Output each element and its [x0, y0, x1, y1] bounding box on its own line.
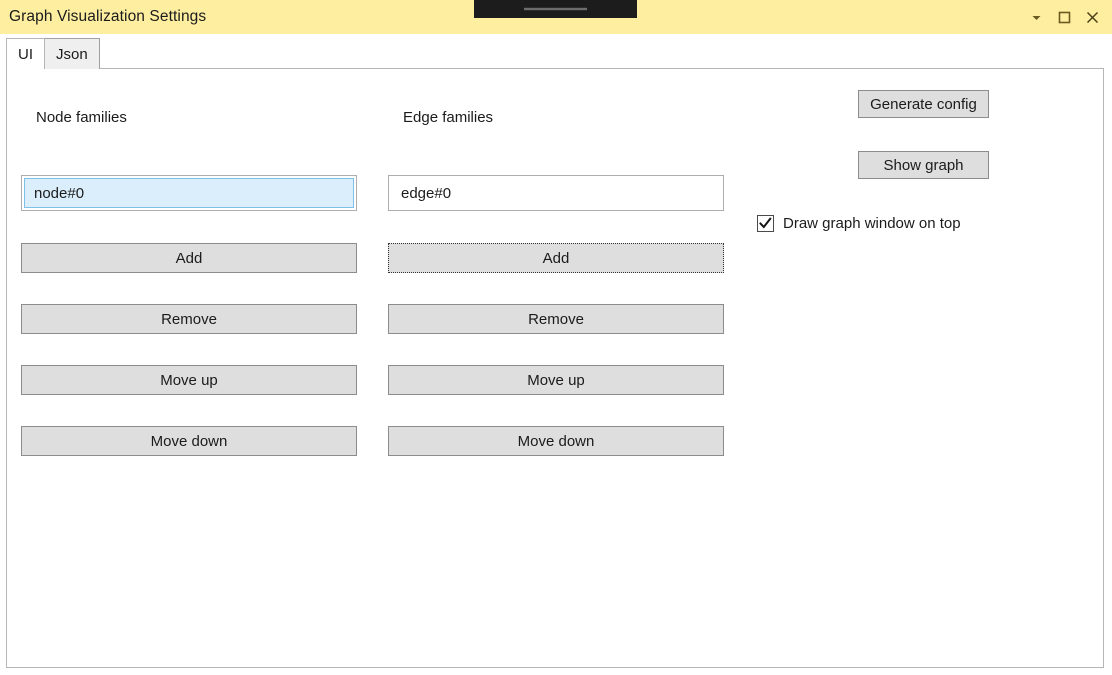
node-families-heading: Node families — [36, 109, 127, 126]
checkmark-icon — [758, 216, 773, 231]
close-x-icon — [1084, 9, 1101, 26]
minimize-button[interactable] — [1022, 2, 1050, 32]
generate-config-button[interactable]: Generate config — [858, 90, 989, 118]
edge-families-listbox[interactable]: edge#0 — [388, 175, 724, 211]
edge-families-heading: Edge families — [403, 109, 494, 126]
list-item[interactable]: edge#0 — [391, 178, 721, 208]
chevron-down-icon — [1030, 11, 1043, 24]
edge-family-item-label: edge#0 — [401, 184, 452, 202]
application-window: Graph Visualization Settings UI Json Nod… — [0, 0, 1112, 675]
tab-json[interactable]: Json — [44, 38, 100, 69]
edge-move-up-button[interactable]: Move up — [388, 365, 724, 395]
maximize-square-icon — [1057, 10, 1072, 25]
close-button[interactable] — [1078, 2, 1106, 32]
node-remove-button[interactable]: Remove — [21, 304, 357, 334]
show-graph-button[interactable]: Show graph — [858, 151, 989, 179]
floating-drag-handle-bar[interactable] — [474, 0, 637, 18]
edge-remove-button[interactable]: Remove — [388, 304, 724, 334]
tab-ui-label: UI — [18, 45, 33, 63]
list-item[interactable]: node#0 — [24, 178, 354, 208]
draw-on-top-checkbox[interactable] — [757, 214, 774, 232]
window-title: Graph Visualization Settings — [9, 8, 207, 25]
tab-ui[interactable]: UI — [6, 38, 45, 70]
node-family-item-label: node#0 — [34, 184, 85, 202]
node-move-up-button[interactable]: Move up — [21, 365, 357, 395]
tab-json-label: Json — [56, 45, 88, 63]
ui-tab-panel: Node families node#0 Add Remove Move up … — [6, 68, 1104, 668]
edge-move-down-button[interactable]: Move down — [388, 426, 724, 456]
edge-add-button[interactable]: Add — [388, 243, 724, 273]
draw-on-top-checkbox-row[interactable]: Draw graph window on top — [757, 212, 961, 234]
node-move-down-button[interactable]: Move down — [21, 426, 357, 456]
tab-strip: UI Json — [6, 38, 100, 70]
node-families-listbox[interactable]: node#0 — [21, 175, 357, 211]
drag-handle-icon — [524, 7, 587, 11]
draw-on-top-checkbox-label: Draw graph window on top — [783, 214, 961, 232]
window-controls — [1022, 0, 1106, 34]
node-add-button[interactable]: Add — [21, 243, 357, 273]
maximize-button[interactable] — [1050, 2, 1078, 32]
